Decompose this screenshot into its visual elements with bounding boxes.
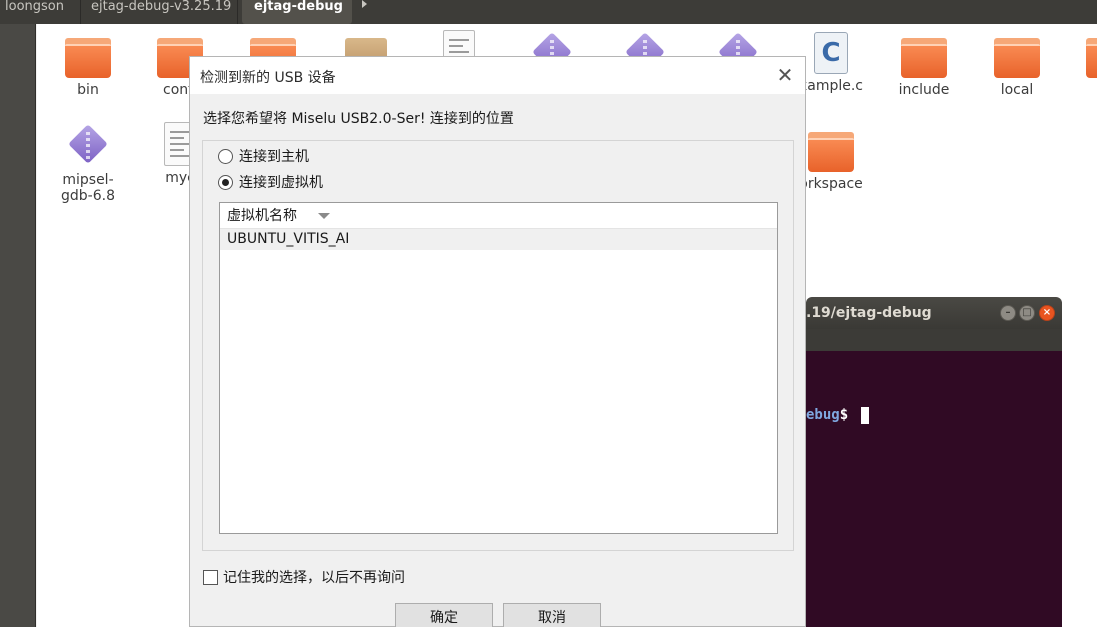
terminal-window[interactable]: .19/ejtag-debug – □ × ebug$ (806, 297, 1062, 627)
radio-host-label: 连接到主机 (239, 149, 309, 165)
terminal-cursor (861, 407, 869, 424)
c-source-icon: C (814, 32, 848, 74)
breadcrumb-ejtag-debug-v3[interactable]: ejtag-debug-v3.25.19 (80, 0, 238, 24)
column-header-vm-name: 虚拟机名称 (227, 208, 297, 224)
close-icon[interactable]: × (1039, 305, 1055, 321)
radio-vm[interactable] (218, 175, 233, 190)
dialog-prompt: 选择您希望将 Miselu USB2.0-Ser! 连接到的位置 (203, 111, 514, 127)
file-item[interactable]: bin (38, 38, 138, 98)
file-label: local (1000, 82, 1034, 98)
file-label: include (898, 82, 950, 98)
prompt-path: ebug (806, 407, 840, 423)
breadcrumb-forward-arrow-icon[interactable] (357, 0, 373, 12)
cancel-button[interactable]: 取消 (503, 603, 601, 627)
radio-host[interactable] (218, 149, 233, 164)
file-item[interactable]: include (874, 38, 974, 98)
executable-icon (66, 124, 110, 168)
text-line (170, 131, 190, 133)
terminal-prompt: ebug$ (806, 407, 848, 423)
terminal-body[interactable]: ebug$ (806, 351, 1062, 627)
text-line (449, 39, 469, 41)
vm-name: UBUNTU_VITIS_AI (227, 231, 350, 247)
folder-icon (65, 38, 111, 78)
dialog-titlebar[interactable]: 检测到新的 USB 设备 ✕ (190, 57, 805, 94)
folder-icon (901, 38, 947, 78)
folder-icon (808, 132, 854, 172)
text-line (170, 149, 184, 151)
folder-icon (1086, 38, 1097, 78)
text-line (449, 45, 463, 47)
sort-down-icon[interactable] (318, 213, 330, 219)
maximize-icon[interactable]: □ (1019, 305, 1035, 321)
remember-checkbox[interactable] (203, 570, 218, 585)
sidebar (0, 24, 36, 627)
ok-button[interactable]: 确定 (395, 603, 493, 627)
file-label: mipsel-gdb-6.8 (61, 172, 115, 204)
text-line (170, 143, 190, 145)
remember-label: 记住我的选择，以后不再询问 (223, 570, 405, 586)
terminal-titlebar[interactable]: .19/ejtag-debug – □ × (806, 297, 1062, 329)
breadcrumb-loongson[interactable]: loongson (5, 0, 75, 24)
text-line (170, 137, 184, 139)
terminal-title: .19/ejtag-debug (806, 305, 932, 321)
radio-vm-label: 连接到虚拟机 (239, 175, 323, 191)
minimize-icon[interactable]: – (1000, 305, 1016, 321)
vm-list[interactable]: 虚拟机名称 UBUNTU_VITIS_AI (219, 202, 778, 534)
file-label: bin (77, 82, 99, 98)
file-item[interactable] (1060, 38, 1097, 82)
dialog-title: 检测到新的 USB 设备 (200, 70, 336, 86)
usb-device-dialog: 检测到新的 USB 设备 ✕ 选择您希望将 Miselu USB2.0-Ser!… (189, 56, 806, 627)
folder-icon (994, 38, 1040, 78)
prompt-symbol: $ (839, 407, 849, 423)
connection-options-group: 连接到主机 连接到虚拟机 虚拟机名称 UBUNTU_VITIS_AI (202, 140, 794, 551)
file-item[interactable]: mipsel-gdb-6.8 (38, 124, 138, 204)
text-line (449, 51, 469, 53)
vm-list-header[interactable]: 虚拟机名称 (220, 203, 777, 229)
path-bar: loongson ejtag-debug-v3.25.19 ejtag-debu… (0, 0, 1097, 24)
breadcrumb-ejtag-debug[interactable]: ejtag-debug (242, 0, 352, 24)
file-item[interactable]: local (967, 38, 1067, 98)
close-icon[interactable]: ✕ (774, 65, 796, 87)
list-item[interactable]: UBUNTU_VITIS_AI (220, 229, 777, 250)
text-line (170, 155, 190, 157)
terminal-menubar (806, 329, 1062, 351)
